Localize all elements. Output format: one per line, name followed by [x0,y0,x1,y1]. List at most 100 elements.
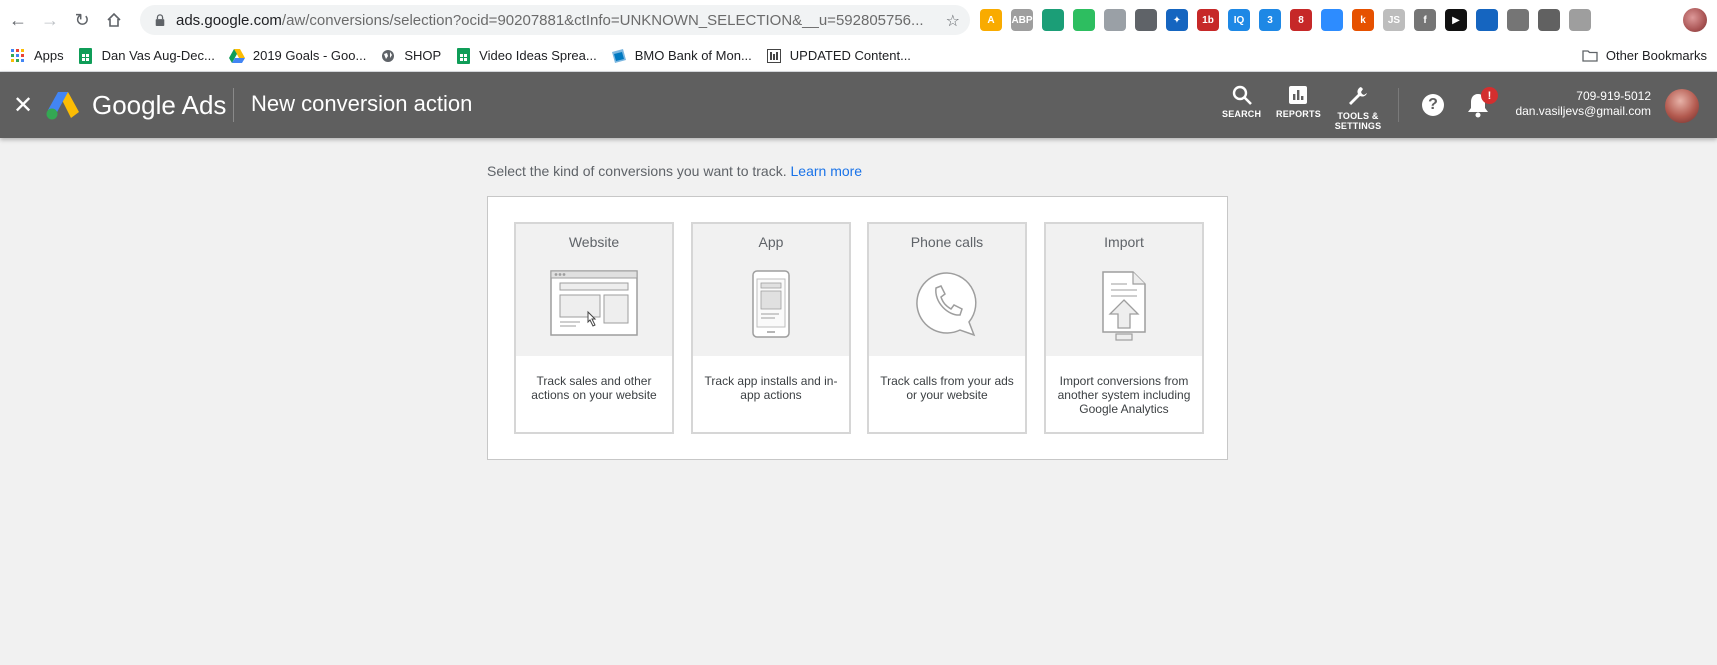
card-import-title: Import [1104,234,1144,250]
address-bar[interactable]: ads.google.com/aw/conversions/selection?… [140,5,970,35]
bookmark-item[interactable]: Dan Vas Aug-Dec... [78,47,215,64]
green-circle-icon[interactable] [1042,9,1064,31]
calendar-ext-icon[interactable]: 3 [1259,9,1281,31]
iq-icon[interactable]: IQ [1228,9,1250,31]
card-import-description: Import conversions from another system i… [1057,374,1191,416]
bookmark-item[interactable]: Video Ideas Sprea... [455,47,597,64]
robot-ext-icon[interactable] [1476,9,1498,31]
star-ext-icon[interactable]: ✦ [1166,9,1188,31]
evernote-icon[interactable] [1073,9,1095,31]
bookmark-star-icon[interactable]: ☆ [946,11,960,31]
card-app-description: Track app installs and in-app actions [704,374,838,402]
lock-icon [155,14,165,26]
other-bookmarks-label: Other Bookmarks [1605,48,1707,63]
home-button[interactable] [100,6,128,34]
card-website[interactable]: Website Track sales and other actions on… [514,222,674,434]
zoom-ext-icon[interactable] [1321,9,1343,31]
account-phone: 709-919-5012 [1576,89,1651,103]
feather-ext-icon[interactable] [1507,9,1529,31]
page-title: New conversion action [251,91,473,116]
back-arrow-icon: ← [9,9,27,30]
sheets-icon [78,47,94,64]
wrench-icon [1349,87,1367,105]
cast-ext-icon[interactable] [1569,9,1591,31]
account-avatar[interactable] [1665,89,1699,123]
reports-icon [1289,86,1308,104]
browser-profile-avatar[interactable] [1683,8,1707,32]
bookmark-label: Video Ideas Sprea... [479,48,597,63]
folder-icon [1582,50,1598,62]
card-website-header: Website [516,224,672,356]
google-ads-logo-icon [46,92,79,120]
search-tool-button[interactable]: SEARCH [1222,84,1261,119]
back-button[interactable]: ← [4,6,32,34]
forward-arrow-icon: → [41,9,59,30]
help-icon[interactable]: ? [1422,94,1444,116]
intro-text: Select the kind of conversions you want … [487,163,787,179]
header-divider-right [1398,88,1399,122]
js-icon[interactable]: JS [1383,9,1405,31]
1b-icon[interactable]: 1b [1197,9,1219,31]
sheets-icon [455,47,471,64]
bookmark-item[interactable]: 2019 Goals - Goo... [228,48,367,64]
home-icon [107,12,121,27]
k-icon[interactable]: k [1352,9,1374,31]
bookmark-label: Apps [34,48,64,63]
drive-icon [228,48,245,64]
bookmark-item[interactable]: BMO Bank of Mon... [611,48,752,64]
website-illustration-icon [516,270,672,342]
tools-settings-label: TOOLS & SETTINGS [1334,111,1382,131]
import-illustration-icon [1046,270,1202,342]
url-host: ads.google.com [176,11,282,29]
doc-icon [766,48,782,64]
bookmark-label: UPDATED Content... [789,48,911,63]
intro-text-row: Select the kind of conversions you want … [487,163,862,179]
phone-illustration-icon [693,270,849,342]
screenshot-icon[interactable] [1104,9,1126,31]
todo-ext-icon[interactable]: 8 [1290,9,1312,31]
account-email: dan.vasiljevs@gmail.com [1515,104,1651,118]
card-website-title: Website [568,234,620,250]
other-bookmarks[interactable]: Other Bookmarks [1582,48,1707,63]
globe-icon [380,48,396,64]
bulb-ext-icon[interactable] [1538,9,1560,31]
search-tool-label: SEARCH [1222,109,1262,119]
card-phone-calls-title: Phone calls [910,234,984,250]
close-icon: ✕ [12,91,34,119]
bookmark-item[interactable]: UPDATED Content... [766,48,911,64]
browser-toolbar: ← → ↻ ads.google.com/aw/conversions/sele… [0,0,1717,40]
a-plus-icon[interactable]: A [980,9,1002,31]
facebook-ext-icon[interactable]: f [1414,9,1436,31]
account-info[interactable]: 709-919-5012 dan.vasiljevs@gmail.com [1515,89,1651,119]
learn-more-link[interactable]: Learn more [791,163,863,179]
bookmarks-bar: Apps Dan Vas Aug-Dec... 2019 Goals - Goo..… [0,40,1717,72]
header-divider [233,88,234,122]
reports-tool-label: REPORTS [1276,109,1321,119]
card-phone-calls[interactable]: Phone calls Track calls from your ads or… [867,222,1027,434]
reload-button[interactable]: ↻ [68,6,96,34]
play-ext-icon[interactable]: ▶ [1445,9,1467,31]
reload-icon: ↻ [74,9,90,30]
card-app-title: App [758,234,784,250]
bookmark-label: 2019 Goals - Goo... [252,48,367,63]
eyedropper-icon[interactable] [1135,9,1157,31]
search-icon [1232,85,1252,105]
tools-settings-button[interactable]: TOOLS & SETTINGS [1335,84,1381,131]
phone-call-illustration-icon [869,270,1025,342]
abp-icon[interactable]: ABP [1011,9,1033,31]
notification-badge: ! [1481,87,1498,104]
bookmark-item[interactable]: Apps [10,48,64,64]
card-app-header: App [693,224,849,356]
forward-button[interactable]: → [36,6,64,34]
brand-name: Google Ads [92,90,227,120]
bookmark-item[interactable]: SHOP [380,48,441,64]
reports-tool-button[interactable]: REPORTS [1276,84,1321,119]
card-phone-calls-description: Track calls from your ads or your websit… [880,374,1014,402]
card-import[interactable]: Import Import conversions from another s… [1044,222,1204,434]
card-app[interactable]: App Track app installs and in-app action… [691,222,851,434]
bookmark-label: BMO Bank of Mon... [634,48,752,63]
extensions-row: A ABP ✦ 1b IQ 3 8 k JS f ▶ [980,8,1591,32]
close-button[interactable]: ✕ [10,91,36,119]
card-website-description: Track sales and other actions on your we… [531,374,657,402]
bmo-icon [611,48,627,64]
